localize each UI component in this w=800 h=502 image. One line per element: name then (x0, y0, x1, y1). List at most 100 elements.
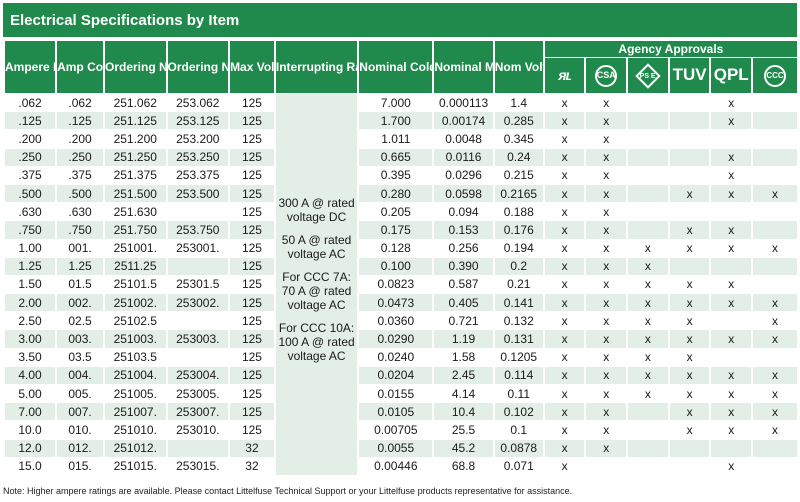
csa-approval-cell: x (586, 257, 627, 275)
ordering-std-cell: 251.200 (105, 130, 166, 148)
footnote: Note: Higher ampere ratings are availabl… (3, 486, 573, 496)
ul-approval-cell: x (544, 366, 585, 384)
tuv-approval-cell: x (669, 385, 710, 403)
voltage-drop-cell: 0.188 (494, 203, 543, 221)
tuv-approval-cell (669, 257, 710, 275)
cold-resistance-cell: 7.000 (359, 94, 433, 112)
ordering-mil-cell: 253010. (167, 421, 229, 439)
amp-code-cell: 003. (57, 330, 103, 348)
ordering-std-cell: 251007. (105, 403, 166, 421)
table-row: 12.0 012. 251012. 32 0.0055 45.2 0.0878 x x (5, 439, 797, 457)
ordering-std-cell: 251003. (105, 330, 166, 348)
ordering-std-cell: 251.630 (105, 203, 166, 221)
cold-resistance-cell: 0.0105 (359, 403, 433, 421)
ordering-mil-cell: 253.500 (167, 184, 229, 203)
ordering-std-cell: 251004. (105, 366, 166, 384)
max-voltage-cell: 32 (230, 457, 274, 475)
tuv-approval-cell (669, 130, 710, 148)
voltage-drop-cell: 0.21 (494, 275, 543, 294)
cold-resistance-cell: 0.0155 (359, 385, 433, 403)
table-row: .375.375 251.375 253.375 125 0.395 0.0296 0.21… (5, 166, 797, 184)
ul-approval-cell: x (544, 421, 585, 439)
amp-code-cell: 1.25 (57, 257, 103, 275)
ampere-rating-cell: .375 (5, 166, 56, 184)
ordering-std-cell: 251002. (105, 294, 166, 312)
pse-approval-cell: x (628, 348, 668, 366)
ccc-approval-cell: x (753, 403, 797, 421)
pse-approval-cell: x (628, 330, 668, 348)
cold-resistance-cell: 0.395 (359, 166, 433, 184)
qpl-approval-cell: x (711, 294, 752, 312)
ul-approval-cell: x (544, 439, 585, 457)
ampere-rating-cell: .500 (5, 184, 56, 203)
table-row: 1.25 1.25 2511.25 125 0.100 0.390 0.2 x x x (5, 257, 797, 275)
ampere-rating-cell: .062 (5, 94, 56, 112)
ccc-approval-cell: x (753, 330, 797, 348)
tuv-approval-cell (669, 203, 710, 221)
cold-resistance-cell: 0.205 (359, 203, 433, 221)
cold-resistance-cell: 1.011 (359, 130, 433, 148)
pse-approval-cell (628, 221, 668, 239)
csa-approval-cell: x (586, 184, 627, 203)
pse-approval-cell (628, 457, 668, 475)
csa-approval-cell: x (586, 385, 627, 403)
header-cold-resistance: Nominal Cold Resistance (Ohms) (359, 41, 433, 93)
interrupting-rating-line: For CCC 7A: 70 A @ rated voltage AC (281, 270, 352, 313)
ordering-std-cell: 251001. (105, 239, 166, 257)
amp-code-cell: 001. (57, 239, 103, 257)
max-voltage-cell: 125 (230, 330, 274, 348)
spec-table: Ampere Rating (A) Amp Code Ordering Numb… (3, 40, 799, 476)
ordering-mil-cell (167, 203, 229, 221)
table-row: 5.00 005. 251005. 253005. 125 0.0155 4.14 0.11 x… (5, 385, 797, 403)
header-ampere-rating: Ampere Rating (A) (5, 41, 56, 93)
max-voltage-cell: 125 (230, 421, 274, 439)
ccc-approval-cell: x (753, 239, 797, 257)
melting-cell: 45.2 (434, 439, 493, 457)
ampere-rating-cell: .750 (5, 221, 56, 239)
ampere-rating-cell: 1.00 (5, 239, 56, 257)
max-voltage-cell: 125 (230, 203, 274, 221)
pse-approval-cell (628, 112, 668, 130)
table-row: .630.630 251.630 125 0.205 0.094 0.188 x x (5, 203, 797, 221)
melting-cell: 68.8 (434, 457, 493, 475)
qpl-approval-cell: x (711, 457, 752, 475)
max-voltage-cell: 125 (230, 94, 274, 112)
qpl-approval-cell: x (711, 148, 752, 166)
ccc-approval-cell (753, 112, 797, 130)
ampere-rating-cell: 15.0 (5, 457, 56, 475)
tuv-approval-cell: x (669, 221, 710, 239)
ccc-approval-cell (753, 348, 797, 366)
table-row: 3.00 003. 251003. 253003. 125 0.0290 1.19 0.131… (5, 330, 797, 348)
ordering-mil-cell: 253005. (167, 385, 229, 403)
amp-code-cell: 015. (57, 457, 103, 475)
ul-approval-cell: x (544, 112, 585, 130)
ordering-std-cell: 251010. (105, 421, 166, 439)
ccc-approval-cell: x (753, 312, 797, 330)
ordering-mil-cell (167, 439, 229, 457)
table-row: 15.0 015. 251015. 253015. 32 0.00446 68.8 0.071… (5, 457, 797, 475)
header-agency-approvals: Agency Approvals (544, 41, 797, 57)
tuv-approval-cell: x (669, 184, 710, 203)
max-voltage-cell: 125 (230, 257, 274, 275)
qpl-approval-cell: x (711, 239, 752, 257)
voltage-drop-cell: 0.131 (494, 330, 543, 348)
ordering-mil-cell: 253015. (167, 457, 229, 475)
csa-approval-cell: x (586, 130, 627, 148)
ordering-std-cell: 25102.5 (105, 312, 166, 330)
ccc-approval-cell (753, 166, 797, 184)
csa-approval-cell: x (586, 312, 627, 330)
qpl-approval-cell: x (711, 385, 752, 403)
ul-approval-cell: x (544, 94, 585, 112)
tuv-approval-cell: x (669, 294, 710, 312)
amp-code-cell: 007. (57, 403, 103, 421)
ampere-rating-cell: 4.00 (5, 366, 56, 384)
max-voltage-cell: 125 (230, 275, 274, 294)
csa-approval-cell: x (586, 403, 627, 421)
tuv-approval-cell: x (669, 421, 710, 439)
ul-approval-cell: x (544, 203, 585, 221)
ul-approval-cell: x (544, 275, 585, 294)
header-ordering-std: Ordering Number (Std.) (105, 41, 166, 93)
voltage-drop-cell: 0.11 (494, 385, 543, 403)
max-voltage-cell: 125 (230, 148, 274, 166)
ul-approval-cell: x (544, 330, 585, 348)
